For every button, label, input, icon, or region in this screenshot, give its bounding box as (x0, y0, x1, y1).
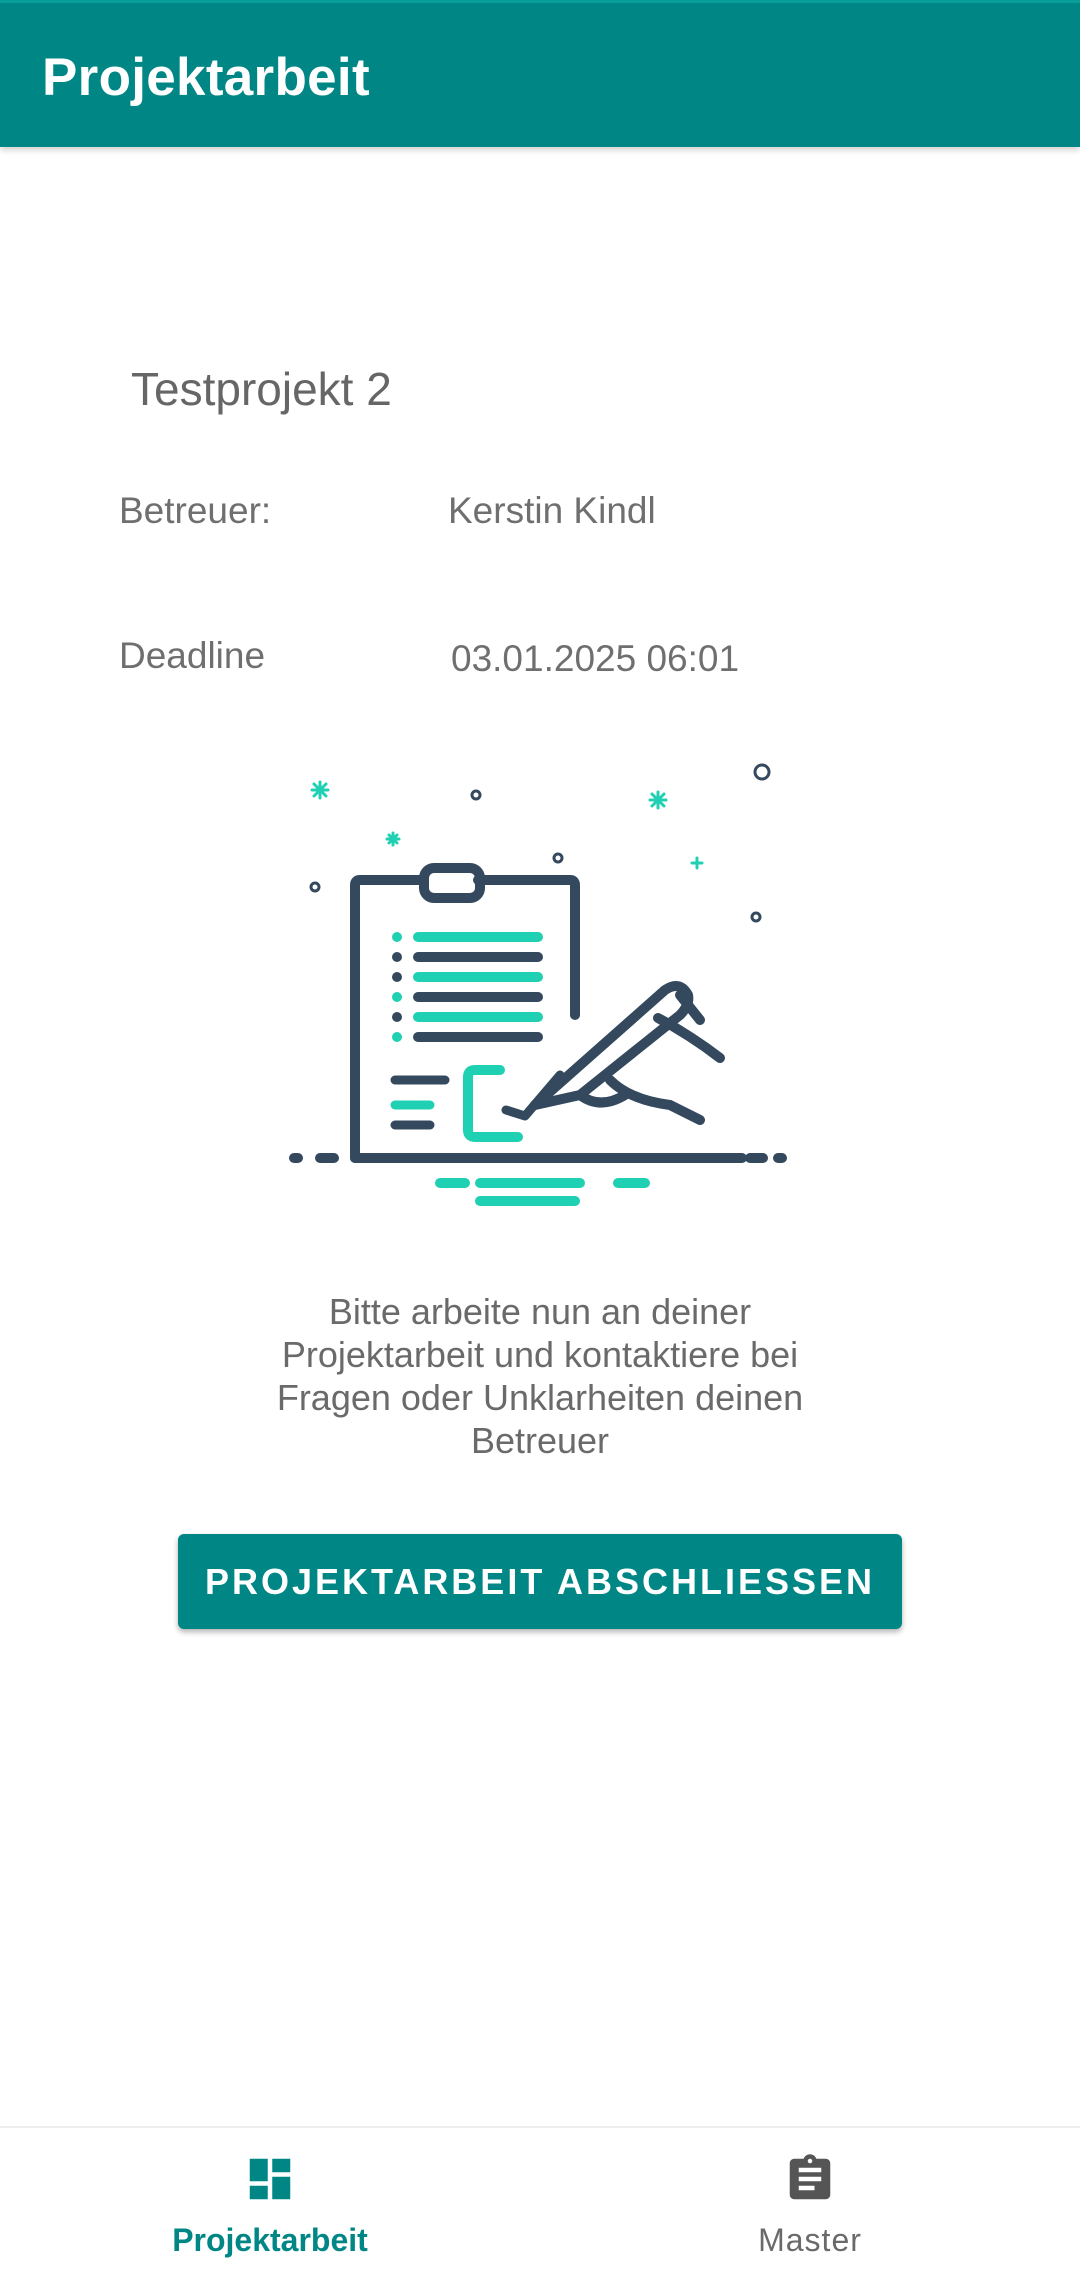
nav-label-master: Master (758, 2222, 862, 2258)
supervisor-label: Betreuer: (119, 490, 272, 531)
nav-item-projektarbeit[interactable]: Projektarbeit (0, 2128, 540, 2272)
deadline-value: 03.01.2025 06:01 (451, 638, 740, 679)
app-bar-title: Projektarbeit (42, 48, 370, 107)
hand-pen-shape (530, 981, 725, 1125)
clipboard-signing-illustration (289, 763, 787, 1206)
screen: Projektarbeit Testprojekt 2 Betreuer: Ke… (0, 0, 1080, 2272)
bottom-navigation: Projektarbeit Master (0, 2126, 1080, 2272)
supervisor-value: Kerstin Kindl (448, 490, 656, 531)
finish-project-button[interactable]: PROJEKTARBEIT ABSCHLIESSEN (178, 1534, 902, 1629)
deadline-label: Deadline (119, 635, 266, 676)
app-bar: Projektarbeit (0, 0, 1080, 147)
dot-decoration (309, 763, 771, 923)
sparkle-icon (310, 780, 704, 870)
nav-label-projektarbeit: Projektarbeit (172, 2222, 368, 2258)
project-title: Testprojekt 2 (131, 363, 392, 415)
checkbox-shape (463, 1065, 523, 1142)
base-accent-lines (435, 1178, 650, 1206)
clipboard-icon (789, 2154, 831, 2200)
dashboard-icon (249, 2158, 291, 2200)
instruction-message: Bitte arbeite nun an deiner Projektarbei… (276, 1291, 804, 1461)
nav-item-master[interactable]: Master (540, 2128, 1080, 2272)
